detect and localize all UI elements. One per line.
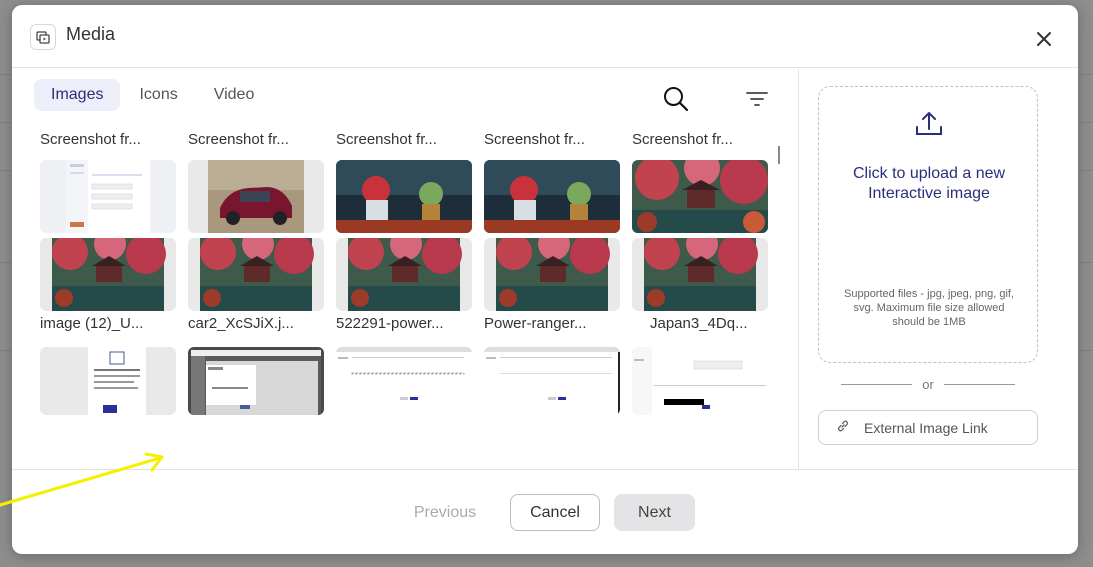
- media-item[interactable]: [40, 347, 176, 456]
- media-item[interactable]: [188, 347, 324, 456]
- external-image-link-label: External Image Link: [864, 419, 988, 436]
- media-item-name: Power-ranger...: [484, 315, 587, 332]
- media-thumbnail: [484, 160, 620, 233]
- media-thumbnail: [336, 160, 472, 233]
- close-icon[interactable]: [1028, 23, 1060, 55]
- media-item[interactable]: [484, 347, 620, 456]
- media-thumbnail: [336, 347, 472, 415]
- media-thumbnail: [484, 347, 620, 415]
- media-item[interactable]: Power-ranger...: [484, 238, 620, 347]
- upload-prompt: Click to upload a new Interactive image: [852, 165, 1006, 202]
- media-thumbnail: [336, 238, 472, 311]
- media-item-name: Screenshot fr...: [484, 131, 585, 148]
- media-thumbnail: [632, 347, 768, 415]
- link-icon: [836, 419, 850, 436]
- media-item-name: Screenshot fr...: [40, 131, 141, 148]
- media-item[interactable]: Screenshot fr...: [632, 129, 768, 238]
- media-thumbnail: [632, 238, 768, 311]
- media-thumbnail: [188, 238, 324, 311]
- media-item[interactable]: [336, 347, 472, 456]
- media-item-name: car2_XcSJiX.j...: [188, 315, 294, 332]
- media-item-name: Screenshot fr...: [188, 131, 289, 148]
- media-item[interactable]: Screenshot fr...: [484, 129, 620, 238]
- filter-icon[interactable]: [745, 89, 769, 109]
- media-item[interactable]: Screenshot fr...: [336, 129, 472, 238]
- cancel-button[interactable]: Cancel: [510, 494, 600, 531]
- media-item[interactable]: Screenshot fr...: [188, 129, 324, 238]
- grid-scrollbar[interactable]: [778, 146, 780, 164]
- tab-video[interactable]: Video: [197, 79, 272, 111]
- media-grid: Screenshot fr... Screenshot fr... Screen…: [40, 129, 780, 456]
- modal-footer: Previous Cancel Next: [12, 469, 1078, 554]
- media-thumbnail: [484, 238, 620, 311]
- media-thumbnail: [188, 347, 324, 415]
- media-thumbnail: [40, 160, 176, 233]
- media-thumbnail: [632, 160, 768, 233]
- media-thumbnail: [188, 160, 324, 233]
- media-item-name: image (12)_U...: [40, 315, 144, 332]
- or-divider: or: [841, 376, 1015, 392]
- tab-icons[interactable]: Icons: [122, 79, 194, 111]
- media-item[interactable]: image (12)_U...: [40, 238, 176, 347]
- previous-button[interactable]: Previous: [400, 494, 490, 531]
- media-icon: [30, 24, 56, 50]
- upload-dropzone[interactable]: Click to upload a new Interactive image …: [818, 86, 1038, 363]
- external-image-link-button[interactable]: External Image Link: [818, 410, 1038, 445]
- media-tabs: Images Icons Video: [34, 79, 271, 111]
- search-icon[interactable]: [662, 85, 690, 113]
- media-browser: Images Icons Video Screenshot fr... Scre…: [12, 69, 799, 469]
- next-button[interactable]: Next: [614, 494, 695, 531]
- media-item-name: Screenshot fr...: [336, 131, 437, 148]
- media-item[interactable]: car2_XcSJiX.j...: [188, 238, 324, 347]
- modal-header: Media: [12, 5, 1078, 68]
- media-item-name: 522291-power...: [336, 315, 444, 332]
- modal-title: Media: [66, 24, 116, 44]
- media-item[interactable]: Japan3_4Dq...: [632, 238, 768, 347]
- upload-hint: Supported files - jpg, jpeg, png, gif, s…: [844, 288, 1014, 328]
- or-label: or: [922, 376, 934, 392]
- media-thumbnail: [40, 347, 176, 415]
- media-item-name: Japan3_4Dq...: [650, 315, 748, 332]
- media-item-name: Screenshot fr...: [632, 131, 733, 148]
- media-item[interactable]: [632, 347, 768, 456]
- media-item[interactable]: 522291-power...: [336, 238, 472, 347]
- upload-icon: [914, 109, 944, 139]
- tab-images[interactable]: Images: [34, 79, 121, 111]
- media-item[interactable]: Screenshot fr...: [40, 129, 176, 238]
- media-thumbnail: [40, 238, 176, 311]
- media-modal: Media Images Icons Video Screenshot fr..…: [12, 5, 1078, 554]
